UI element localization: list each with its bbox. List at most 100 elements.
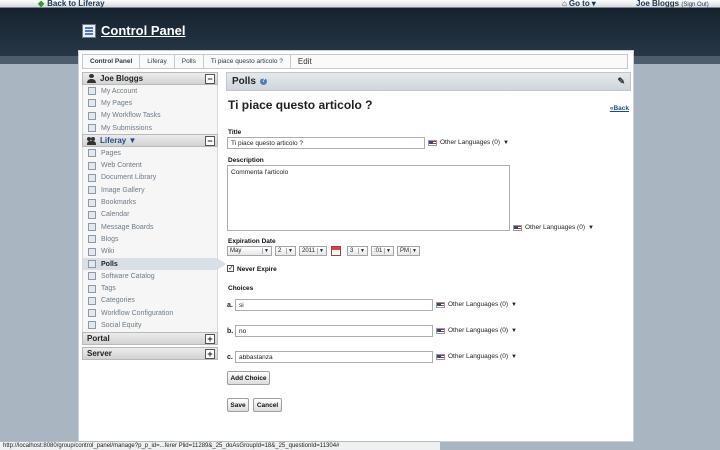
user-name: Joe Bloggs [636,0,680,8]
choice-c-other-languages[interactable]: Other Languages (0) ▼ [436,353,517,360]
sidebar-item-software-catalog[interactable]: Software Catalog [82,270,218,283]
sidebar-item-wiki[interactable]: Wiki [82,245,218,258]
title-label: Title [228,129,242,136]
chevron-down-icon: ▼ [358,248,365,254]
save-button[interactable]: Save [227,398,249,412]
day-select[interactable]: 2 ▼ [275,246,296,256]
breadcrumb-poll-question[interactable]: Ti piace questo articolo ? [204,55,291,68]
sidebar-item-document-library[interactable]: Document Library [82,171,218,185]
section-title: Portal [87,333,110,343]
chevron-down-icon: ▼ [410,248,417,254]
section-title: Liferay ▼ [100,136,137,146]
sidebar-item-label: Pages [101,149,121,157]
caret-down-icon: ▼ [502,139,509,146]
sidebar-item-label: Calendar [101,211,130,219]
minute-select[interactable]: :01 ▼ [371,246,394,256]
ampm-select[interactable]: PM ▼ [397,246,420,256]
user-menu: Joe Bloggs (Sign Out) [636,0,709,8]
choice-letter: c. [227,354,233,361]
description-other-languages[interactable]: Other Languages (0) ▼ [513,224,594,231]
sidebar-item-my-submissions[interactable]: My Submissions [82,121,218,135]
section-title: Server [87,348,112,358]
sidebar-item-label: My Pages [101,99,133,107]
sidebar-item-polls[interactable]: Polls [82,257,226,271]
sidebar-item-label: Web Content [101,162,142,170]
sidebar-item-label: Categories [101,297,135,305]
expand-icon[interactable]: + [205,348,215,359]
sidebar-item-calendar[interactable]: Calendar [82,208,218,221]
expand-icon[interactable]: + [205,333,215,344]
sidebar-item-label: Bookmarks [101,199,137,207]
sidebar-item-workflow-configuration[interactable]: Workflow Configuration [82,307,218,320]
choice-a-input[interactable]: si [235,299,433,311]
sidebar-item-label: Document Library [101,174,157,182]
sidebar-item-label: Image Gallery [101,186,145,194]
month-select[interactable]: May ▼ [227,246,272,256]
calendar-icon[interactable] [331,246,341,256]
title-input[interactable]: Ti piace questo articolo ? [227,137,425,149]
sidebar-item-label: My Workflow Tasks [101,112,161,120]
caret-down-icon: ▼ [510,353,517,360]
back-link[interactable]: «Back [610,105,629,112]
help-icon[interactable]: ? [259,78,267,85]
us-flag-icon [428,139,437,146]
choice-a-other-languages[interactable]: Other Languages (0) ▼ [436,301,517,308]
page-title: Ti piace questo articolo ? [228,98,373,112]
sidebar-item-categories[interactable]: Categories [82,294,218,308]
other-languages-label: Other Languages (0) [448,327,508,334]
account-icon [88,87,96,96]
us-flag-icon [513,224,522,231]
back-to-liferay-link[interactable]: ◆ Back to Liferay [38,0,105,8]
sidebar-item-my-account[interactable]: My Account [82,85,218,98]
sidebar-item-bookmarks[interactable]: Bookmarks [82,196,218,209]
sidebar-item-my-pages[interactable]: My Pages [82,97,218,110]
choice-b-input[interactable]: no [235,325,433,337]
sidebar-item-tags[interactable]: Tags [82,282,218,295]
sidebar-item-web-content[interactable]: Web Content [82,159,218,172]
sidebar-item-social-equity[interactable]: Social Equity [82,319,218,332]
sidebar-item-label: Social Equity [101,321,142,329]
sidebar-item-image-gallery[interactable]: Image Gallery [82,184,218,197]
day-value: 2 [278,248,282,254]
wrench-icon[interactable]: ✎ [617,76,625,87]
breadcrumb-liferay[interactable]: Liferay [140,55,175,68]
hour-select[interactable]: 3 ▼ [347,246,368,256]
breadcrumb-control-panel[interactable]: Control Panel [83,55,141,68]
title-other-languages[interactable]: Other Languages (0) ▼ [428,139,509,146]
choice-c-input[interactable]: abbastanza [235,351,433,363]
sidebar-item-message-boards[interactable]: Message Boards [82,220,218,234]
sidebar-item-pages[interactable]: Pages [82,147,218,160]
never-expire-checkbox[interactable]: ✓ [227,265,234,272]
collapse-icon[interactable]: − [205,136,215,147]
back-label: Back to Liferay [47,0,105,8]
collapse-icon[interactable]: − [205,74,215,84]
choice-b-other-languages[interactable]: Other Languages (0) ▼ [436,327,517,334]
sidebar-section-server[interactable]: Server + [82,346,218,360]
chevron-down-icon: ▾ [591,0,596,8]
blog-icon [88,235,96,244]
sidebar-item-label: Tags [101,285,116,293]
us-flag-icon [436,327,445,334]
sidebar-section-user[interactable]: Joe Bloggs − [82,72,218,85]
breadcrumb-polls[interactable]: Polls [175,55,204,68]
sidebar-item-label: Software Catalog [101,272,155,280]
cancel-button[interactable]: Cancel [253,398,282,412]
us-flag-icon [436,301,445,308]
description-textarea[interactable]: Commenta l'articolo [227,165,510,231]
sidebar-section-liferay[interactable]: Liferay ▼ − [82,134,218,148]
workflow-config-icon [88,309,96,318]
sidebar-item-label: My Account [101,87,138,95]
year-select[interactable]: 2011 ▼ [299,246,327,256]
pages-icon [88,99,96,108]
sidebar-item-my-workflow-tasks[interactable]: My Workflow Tasks [82,109,218,122]
goto-menu[interactable]: ⌂ Go to ▾ [562,0,596,8]
social-icon [88,321,96,330]
top-dock-bar: ◆ Back to Liferay ⌂ Go to ▾ Joe Bloggs (… [0,0,720,8]
control-panel-title[interactable]: Control Panel [101,23,186,38]
sidebar-item-blogs[interactable]: Blogs [82,233,218,246]
sidebar-section-portal[interactable]: Portal + [82,331,218,345]
add-choice-button[interactable]: Add Choice [227,371,270,385]
us-flag-icon [436,353,445,360]
section-title: Joe Bloggs [100,74,144,83]
sidebar-item-label: Wiki [101,248,115,256]
